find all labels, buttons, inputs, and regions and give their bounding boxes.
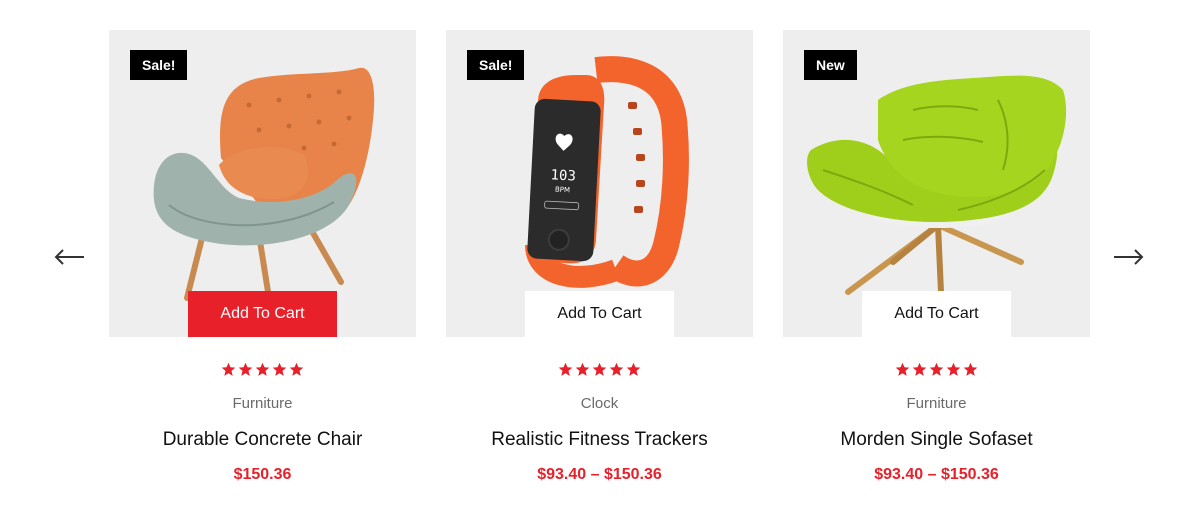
rating-stars [446, 362, 753, 382]
add-to-cart-button[interactable]: Add To Cart [862, 291, 1011, 337]
carousel-next-button[interactable] [1112, 240, 1146, 274]
star-icon [592, 362, 607, 376]
product-price: $93.40 – $150.36 [874, 466, 999, 483]
star-icon [912, 362, 927, 376]
arrow-left-icon [54, 249, 84, 265]
star-icon [272, 362, 287, 376]
star-icon [575, 362, 590, 376]
product-media[interactable]: 103 BPM Sale! Add To Cart [446, 30, 753, 337]
product-media[interactable]: New Add To Cart [783, 30, 1090, 337]
product-title[interactable]: Morden Single Sofaset [783, 428, 1090, 452]
arrow-right-icon [1114, 249, 1144, 265]
product-badge: Sale! [130, 50, 188, 80]
rating-stars [783, 362, 1090, 382]
star-icon [929, 362, 944, 376]
star-icon [946, 362, 961, 376]
product-card: 103 BPM Sale! Add To Cart Clock Realisti… [446, 30, 753, 486]
add-to-cart-button[interactable]: Add To Cart [525, 291, 674, 337]
product-carousel: Sale! Add To Cart Furniture Durable Conc… [0, 0, 1200, 514]
product-title[interactable]: Realistic Fitness Trackers [446, 428, 753, 452]
product-media[interactable]: Sale! Add To Cart [109, 30, 416, 337]
product-badge: Sale! [467, 50, 525, 80]
product-price: $150.36 [233, 466, 292, 483]
star-icon [255, 362, 270, 376]
product-category: Clock [580, 395, 619, 412]
star-icon [238, 362, 253, 376]
star-icon [609, 362, 624, 376]
product-category: Furniture [906, 395, 967, 412]
star-icon [626, 362, 641, 376]
star-icon [558, 362, 573, 376]
star-icon [221, 362, 236, 376]
product-price: $93.40 – $150.36 [537, 466, 662, 483]
tracker-screen-value: 103 [550, 167, 576, 184]
star-icon [963, 362, 978, 376]
rating-stars [109, 362, 416, 382]
product-card: New Add To Cart Furniture Morden Single … [783, 30, 1090, 486]
add-to-cart-button[interactable]: Add To Cart [188, 291, 337, 337]
star-icon [289, 362, 304, 376]
product-card: Sale! Add To Cart Furniture Durable Conc… [109, 30, 416, 486]
product-category: Furniture [232, 395, 293, 412]
product-badge: New [804, 50, 857, 80]
product-title[interactable]: Durable Concrete Chair [109, 428, 416, 452]
carousel-prev-button[interactable] [52, 240, 86, 274]
tracker-screen-unit: BPM [555, 186, 570, 195]
star-icon [895, 362, 910, 376]
